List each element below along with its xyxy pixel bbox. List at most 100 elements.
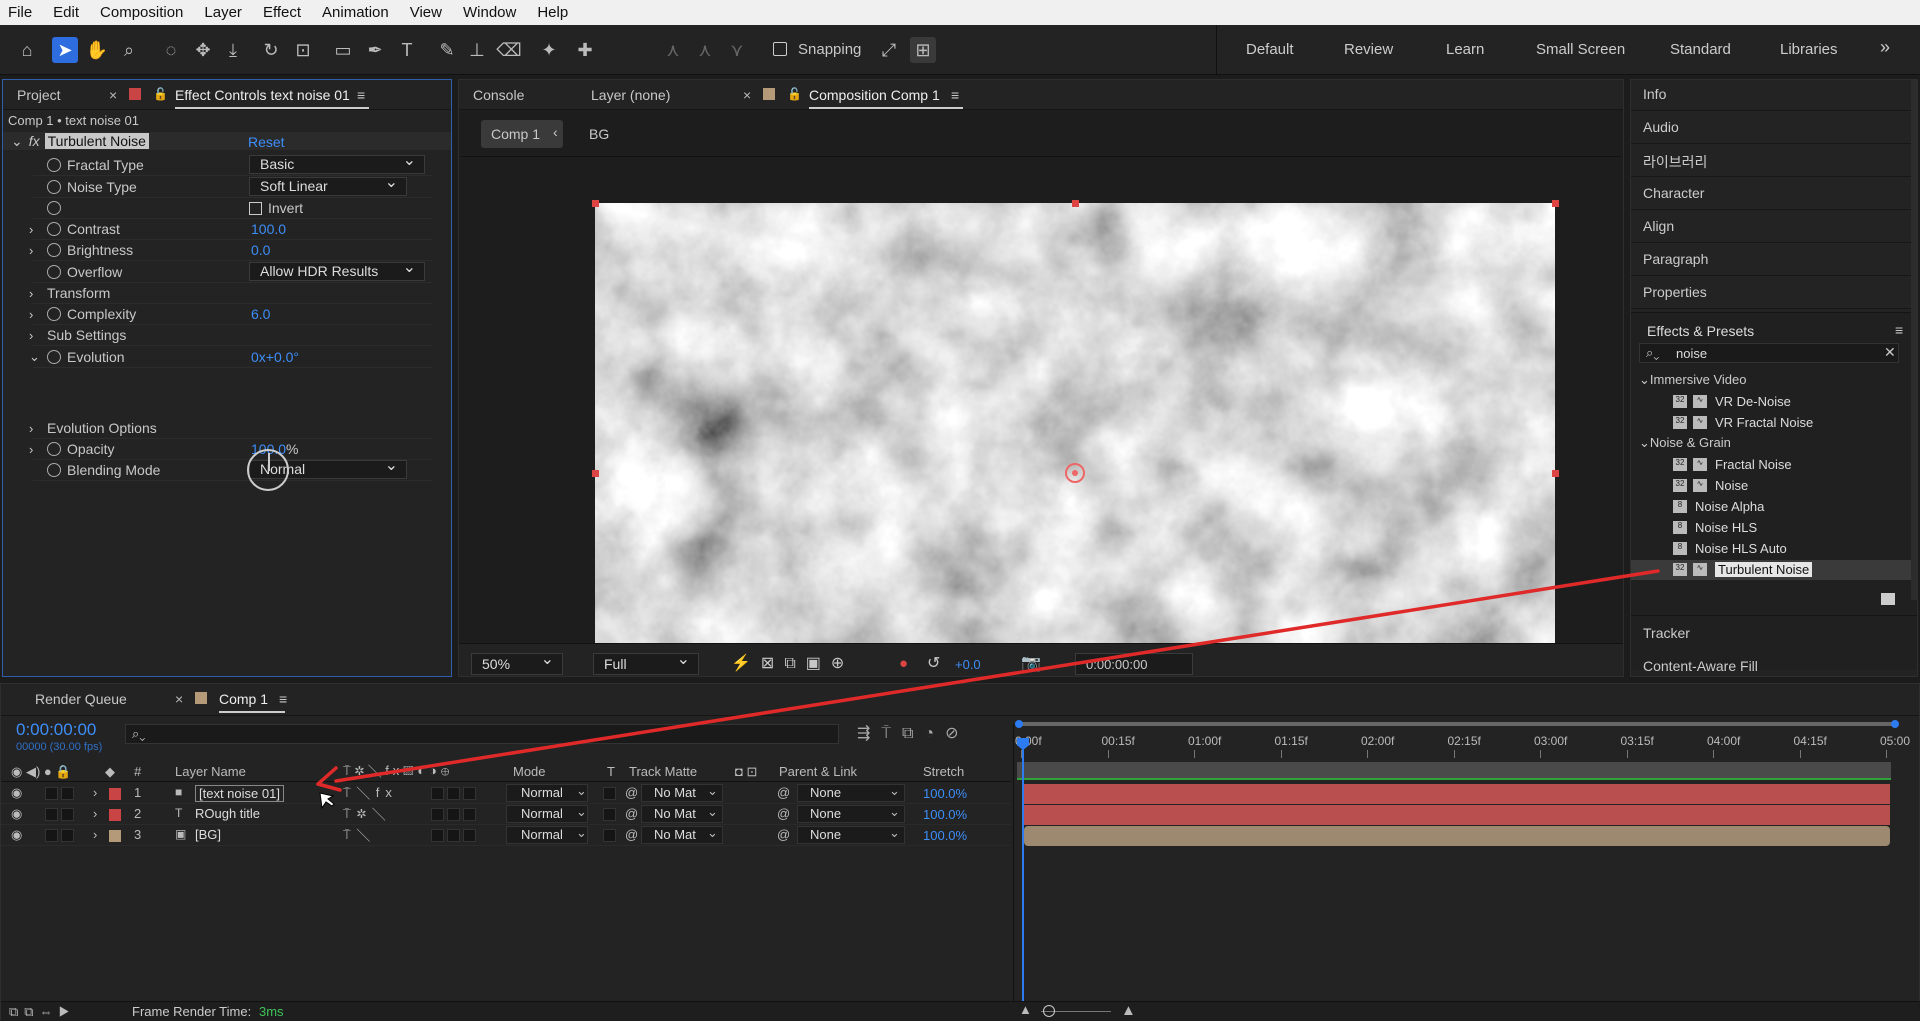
layer-handle[interactable] [592, 470, 599, 477]
property-value[interactable]: 100.0 [251, 219, 286, 239]
effects-presets-title[interactable]: Effects & Presets [1647, 323, 1754, 339]
property-dropdown[interactable]: Soft Linear [249, 174, 407, 196]
layer-label-color[interactable] [109, 788, 121, 800]
reset-link[interactable]: Reset [248, 134, 285, 150]
snap-edges-icon[interactable]: ⤢ [876, 37, 902, 63]
workspace-libraries[interactable]: Libraries [1780, 41, 1838, 58]
axis-local-icon[interactable]: ⋏ [660, 37, 686, 63]
parent-pickwhip-icon[interactable]: @ [777, 806, 790, 821]
zoom-slider-knob[interactable] [1043, 1005, 1055, 1017]
tab-layer[interactable]: Layer (none) [591, 87, 670, 103]
stopwatch-icon[interactable] [47, 222, 61, 236]
panel-tab-0[interactable]: Info [1643, 86, 1666, 102]
chevron-right-icon[interactable]: › [29, 222, 47, 237]
chevron-down-icon[interactable]: ⌄ [11, 133, 23, 150]
chevron-right-icon[interactable]: › [93, 827, 97, 842]
axis-world-icon[interactable]: ⋏ [692, 37, 718, 63]
value-text[interactable]: 6.0 [251, 306, 270, 322]
effect-item[interactable]: 8 Noise HLS [1631, 518, 1911, 538]
menu-animation[interactable]: Animation [322, 4, 389, 21]
panel-tab-6[interactable]: Properties [1643, 284, 1707, 300]
effect-item[interactable]: 32 ∿ Fractal Noise [1631, 455, 1911, 475]
stopwatch-icon[interactable] [47, 201, 61, 215]
effects-search-field[interactable]: ⌕⌄ noise ✕ [1639, 343, 1899, 363]
chevron-right-icon[interactable]: › [93, 785, 97, 800]
selection-tool-icon[interactable]: ➤ [52, 37, 78, 63]
current-time[interactable]: 0:00:00:00 [16, 720, 96, 740]
chevron-right-icon[interactable]: › [29, 442, 47, 457]
zoom-dropdown[interactable]: 50% [471, 650, 563, 675]
panel-tab-5[interactable]: Paragraph [1643, 251, 1708, 267]
chevron-right-icon[interactable]: › [29, 421, 47, 436]
effect-property-row[interactable]: Blending Mode [11, 460, 160, 480]
menu-file[interactable]: File [8, 4, 32, 21]
stopwatch-icon[interactable] [47, 158, 61, 172]
layer-duration-bar[interactable] [1024, 826, 1890, 846]
pan-behind-icon[interactable]: ⊡ [290, 37, 316, 63]
layer-duration-bar[interactable] [1024, 805, 1890, 825]
clone-stamp-icon[interactable]: ⊥ [464, 37, 490, 63]
chevron-down-icon[interactable]: ⌄ [1639, 372, 1650, 387]
work-area-start[interactable] [1015, 720, 1023, 728]
checkbox-box[interactable] [249, 201, 262, 215]
work-area-end[interactable] [1891, 720, 1899, 728]
layer-row[interactable]: ◉ › 1 ■ [text noise 01] ⍑╲fx Normal ⌄ @ No Mat ⌄ @ N… [1, 783, 1011, 804]
stretch-value[interactable]: 100.0% [923, 807, 967, 822]
effect-property-row[interactable]: › Complexity [11, 304, 136, 324]
stopwatch-icon[interactable] [47, 307, 61, 321]
effect-item[interactable]: 32 ∿ VR De-Noise [1631, 392, 1911, 412]
exposure-value[interactable]: +0.0 [955, 657, 981, 672]
stopwatch-icon[interactable] [47, 243, 61, 257]
effect-property-row[interactable] [11, 198, 67, 218]
link-icon[interactable]: @ [625, 827, 638, 842]
layer-name[interactable]: ROugh title [195, 806, 260, 821]
layer-name[interactable]: [BG] [195, 827, 221, 842]
rotation-tool-icon[interactable]: ↻ [258, 37, 284, 63]
eye-icon[interactable]: ◉ [11, 785, 22, 801]
layer-label-color[interactable] [109, 830, 121, 842]
type-tool-icon[interactable]: T [394, 37, 420, 63]
content-aware-fill-tab[interactable]: Content-Aware Fill [1643, 658, 1758, 674]
tab-effect-controls[interactable]: Effect Controls text noise 01 [175, 87, 369, 109]
panel-tab-4[interactable]: Align [1643, 218, 1674, 234]
link-icon[interactable]: @ [625, 785, 638, 800]
zoom-out-icon[interactable]: ▲ [1019, 1002, 1032, 1017]
value-text[interactable]: 100.0 [251, 221, 286, 237]
layer-row[interactable]: ◉ › 3 ▣ [BG] ⍑╲ Normal ⌄ @ No Mat ⌄ @ None ⌄ 100.0% [1, 825, 1011, 846]
work-area-bar[interactable] [1017, 722, 1897, 726]
tab-console[interactable]: Console [473, 87, 524, 103]
chevron-right-icon[interactable]: › [93, 806, 97, 821]
hand-tool-icon[interactable]: ✋ [84, 37, 110, 63]
panel-menu-icon[interactable]: ≡ [357, 87, 365, 103]
playhead-handle[interactable] [1017, 738, 1029, 750]
layer-name-header[interactable]: Layer Name [175, 764, 246, 779]
effect-name[interactable]: Turbulent Noise [44, 133, 149, 149]
tab-project[interactable]: Project [17, 87, 61, 103]
layer-row[interactable]: ◉ › 2 T ROugh title ⍑✲╲ Normal ⌄ @ No Mat ⌄ @ None ⌄ 1… [1, 804, 1011, 825]
menu-effect[interactable]: Effect [263, 4, 301, 21]
workspace-review[interactable]: Review [1344, 41, 1393, 58]
effect-property-row[interactable]: › Opacity [11, 439, 114, 459]
panel-tab-2[interactable]: 라이브러리 [1643, 152, 1707, 172]
tab-composition[interactable]: Composition Comp 1 [809, 87, 963, 109]
layer-name[interactable]: [text noise 01] [195, 785, 284, 802]
effect-item[interactable]: 8 Noise HLS Auto [1631, 539, 1911, 559]
effect-property-row[interactable]: Noise Type [11, 177, 137, 197]
chevron-right-icon[interactable]: › [29, 243, 47, 258]
bg-breadcrumb[interactable]: BG [589, 126, 609, 142]
layer-switches[interactable]: ⍑╲ [343, 827, 376, 843]
stopwatch-icon[interactable] [47, 463, 61, 477]
brush-tool-icon[interactable]: ✎ [434, 37, 460, 63]
panel-menu-icon[interactable]: ≡ [1895, 322, 1903, 338]
effect-property-row[interactable]: › Sub Settings [11, 325, 126, 345]
value-text[interactable]: 0x+0.0° [251, 349, 299, 365]
property-value[interactable]: 0.0 [251, 240, 270, 260]
pan-camera-icon[interactable]: ✥ [190, 37, 216, 63]
property-value[interactable]: 6.0 [251, 304, 270, 324]
comp-breadcrumb[interactable]: Comp 1 [481, 120, 563, 148]
lock-icon[interactable]: 🔓 [787, 87, 802, 101]
property-value[interactable]: 0x+0.0° [251, 347, 299, 367]
effect-item[interactable]: 32 ∿ Turbulent Noise [1631, 560, 1911, 580]
effect-property-row[interactable]: › Brightness [11, 240, 133, 260]
workspace-small-screen[interactable]: Small Screen [1536, 41, 1625, 58]
